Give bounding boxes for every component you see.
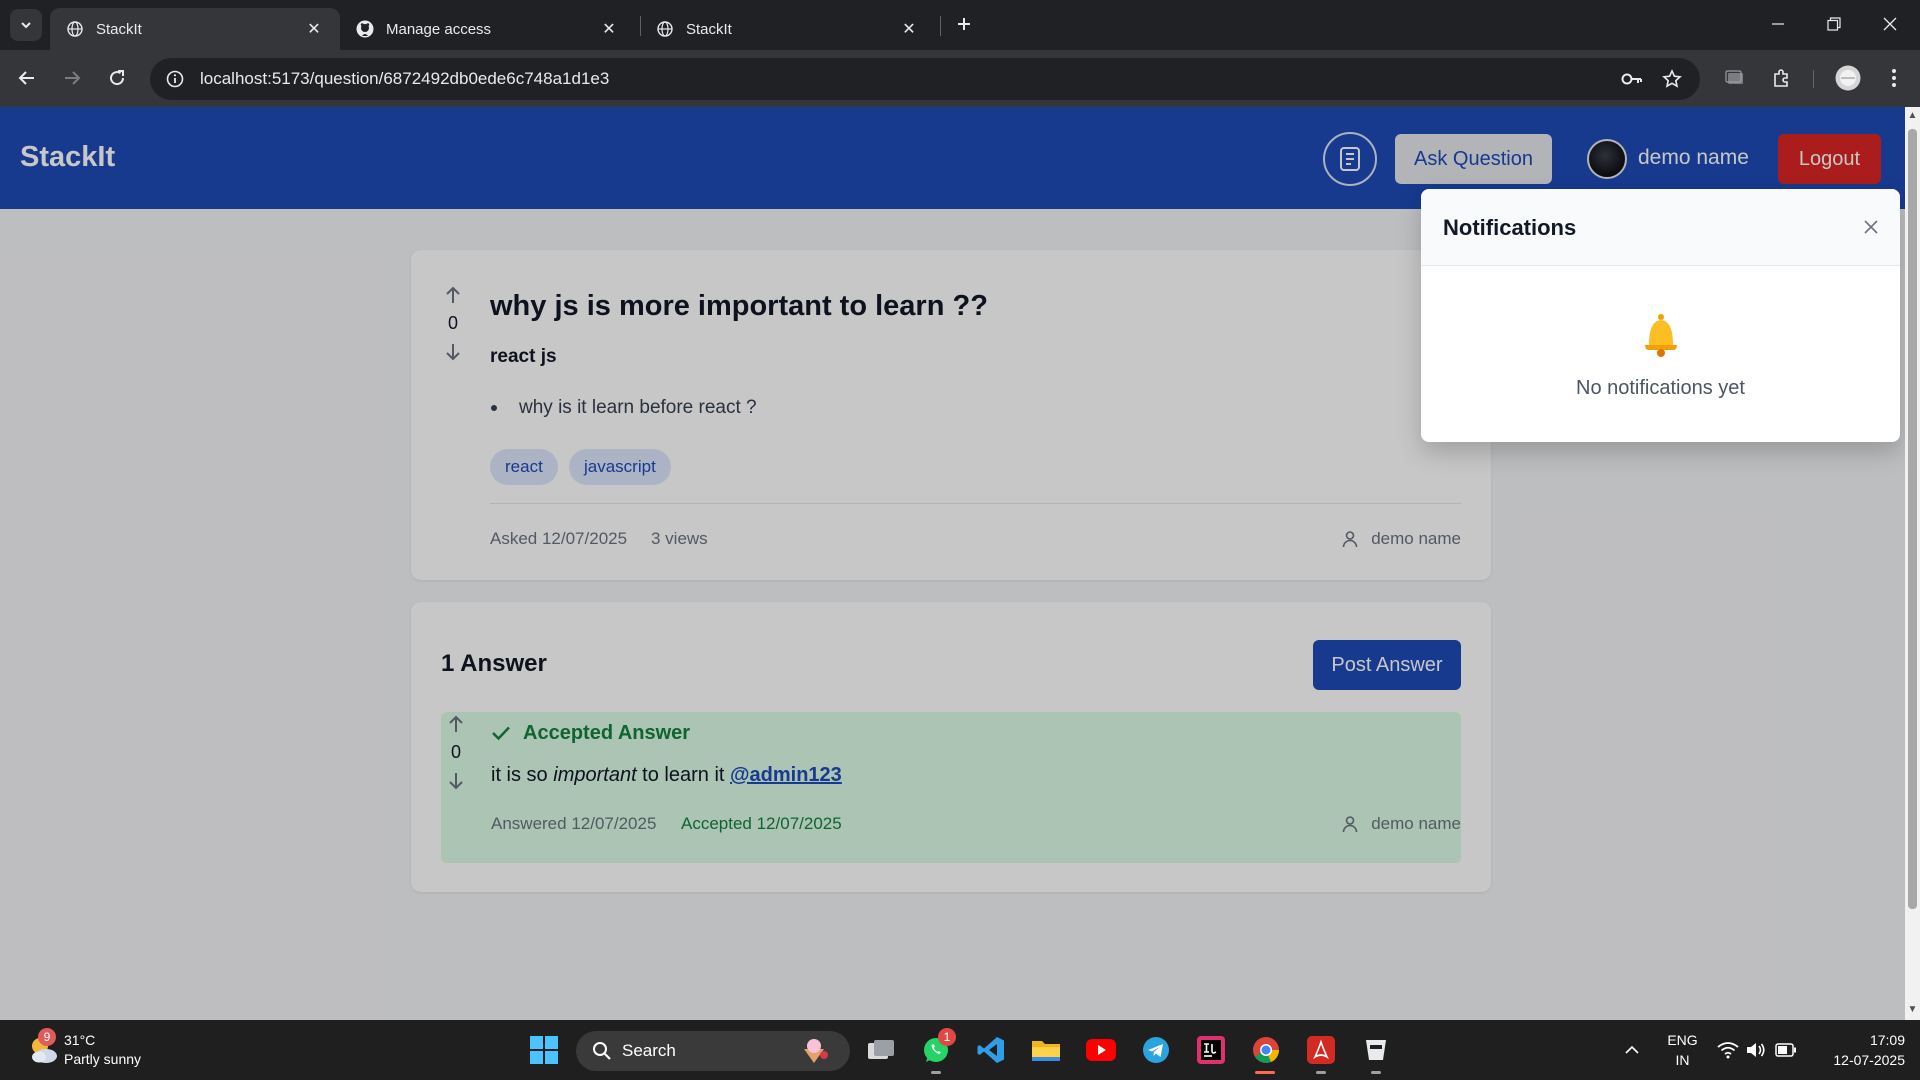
- tab-title: StackIt: [686, 20, 732, 38]
- active-app-indicator: [1255, 1071, 1275, 1074]
- intellij-icon[interactable]: [1195, 1034, 1227, 1066]
- back-button[interactable]: [12, 63, 42, 93]
- close-notifications-button[interactable]: [1859, 215, 1883, 239]
- acrobat-icon[interactable]: [1305, 1034, 1337, 1066]
- clock-time[interactable]: 17:09: [1815, 1032, 1905, 1048]
- taskbar-search[interactable]: Search: [576, 1031, 850, 1071]
- browser-toolbar: localhost:5173/question/6872492db0ede6c7…: [0, 50, 1920, 107]
- plus-icon: [958, 18, 970, 30]
- close-icon: [1864, 220, 1878, 234]
- running-indicator: [931, 1071, 941, 1074]
- tab-title: Manage access: [386, 20, 492, 38]
- github-icon: [356, 20, 374, 38]
- telegram-icon[interactable]: [1140, 1034, 1172, 1066]
- close-icon: [1883, 17, 1897, 31]
- close-icon[interactable]: ✕: [899, 19, 919, 39]
- url-text: localhost:5173/question/6872492db0ede6c7…: [200, 69, 610, 88]
- bell-icon: [1645, 314, 1677, 357]
- new-tab-button[interactable]: [950, 10, 978, 38]
- running-indicator: [1371, 1071, 1381, 1074]
- language-indicator-top[interactable]: ENG: [1665, 1032, 1700, 1048]
- whatsapp-badge: 1: [938, 1028, 956, 1046]
- reload-button[interactable]: [102, 63, 132, 93]
- running-indicator: [1316, 1071, 1326, 1074]
- chevron-down-icon: [21, 22, 31, 29]
- scroll-down-arrow-icon[interactable]: ▼: [1907, 1005, 1918, 1015]
- weather-temperature: 31°C: [64, 1032, 96, 1048]
- search-icon: [593, 1042, 611, 1060]
- key-icon[interactable]: [1617, 64, 1647, 94]
- vscode-icon[interactable]: [975, 1034, 1007, 1066]
- notifications-header: Notifications: [1421, 189, 1900, 266]
- browser-tab-stackit[interactable]: StackIt ✕: [640, 8, 935, 50]
- tab-search-button[interactable]: [10, 9, 42, 41]
- close-icon[interactable]: ✕: [599, 19, 619, 39]
- clock-date[interactable]: 12-07-2025: [1815, 1052, 1905, 1068]
- search-highlight-icon: [804, 1039, 828, 1063]
- empty-notifications-text: No notifications yet: [1576, 377, 1745, 399]
- restore-icon: [1827, 17, 1841, 31]
- arrow-right-icon: [65, 71, 81, 85]
- menu-icon[interactable]: [1879, 63, 1909, 93]
- windows-taskbar: 9 31°C Partly sunny Search 1 ENG IN 17:0…: [0, 1020, 1920, 1080]
- globe-icon: [66, 20, 84, 38]
- minimize-icon: [1772, 23, 1784, 25]
- globe-icon: [656, 20, 674, 38]
- terminal-app-icon[interactable]: [1360, 1034, 1392, 1066]
- search-label: Search: [622, 1041, 676, 1060]
- tab-groups-icon[interactable]: [1720, 63, 1750, 93]
- whatsapp-icon[interactable]: 1: [920, 1028, 956, 1066]
- reload-icon: [110, 70, 125, 86]
- scroll-thumb[interactable]: [1908, 129, 1917, 909]
- page-scrollbar[interactable]: ▲ ▼: [1905, 107, 1920, 1020]
- close-window-button[interactable]: [1870, 8, 1910, 40]
- browser-tab-stackit-active[interactable]: StackIt ✕: [50, 8, 340, 50]
- notifications-panel: Notifications No notifications yet: [1421, 189, 1900, 442]
- address-bar[interactable]: localhost:5173/question/6872492db0ede6c7…: [150, 58, 1700, 100]
- task-view-icon[interactable]: [865, 1034, 897, 1066]
- file-explorer-icon[interactable]: [1030, 1034, 1062, 1066]
- toolbar-divider: [1813, 70, 1814, 88]
- youtube-icon[interactable]: [1085, 1034, 1117, 1066]
- language-indicator-bottom[interactable]: IN: [1665, 1052, 1700, 1068]
- restore-button[interactable]: [1814, 8, 1854, 40]
- scroll-up-arrow-icon[interactable]: ▲: [1907, 111, 1918, 121]
- page-viewport: StackIt Ask Question demo name Logout 0 …: [0, 107, 1905, 1020]
- battery-icon[interactable]: [1770, 1034, 1802, 1066]
- extensions-icon[interactable]: [1766, 63, 1796, 93]
- close-icon[interactable]: ✕: [304, 19, 324, 39]
- tab-separator: [940, 16, 941, 36]
- volume-icon[interactable]: [1740, 1034, 1772, 1066]
- windows-start-icon[interactable]: [528, 1034, 560, 1066]
- weather-description: Partly sunny: [64, 1051, 142, 1067]
- notifications-title: Notifications: [1443, 215, 1577, 240]
- minimize-button[interactable]: [1758, 8, 1798, 40]
- star-icon[interactable]: [1657, 64, 1687, 94]
- chevron-up-icon[interactable]: [1616, 1034, 1648, 1066]
- profile-avatar-icon[interactable]: [1833, 63, 1863, 93]
- forward-button[interactable]: [57, 63, 87, 93]
- browser-tab-bar: StackIt ✕ Manage access ✕ StackIt ✕: [0, 0, 1920, 50]
- tab-title: StackIt: [96, 20, 142, 38]
- chrome-icon[interactable]: [1250, 1034, 1282, 1066]
- weather-alert-badge: 9: [38, 1028, 56, 1046]
- site-info-icon[interactable]: [154, 58, 196, 100]
- arrow-left-icon: [18, 71, 34, 85]
- browser-tab-manage-access[interactable]: Manage access ✕: [340, 8, 635, 50]
